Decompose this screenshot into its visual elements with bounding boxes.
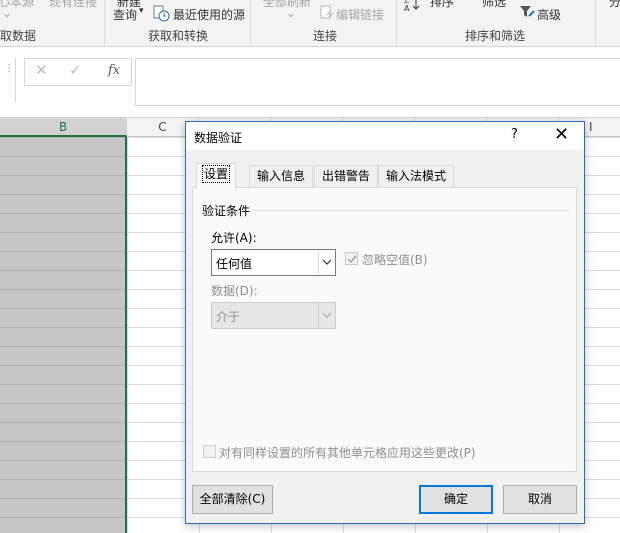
- enter-icon[interactable]: ✓: [69, 61, 82, 79]
- ribbon-separator: [396, 0, 397, 44]
- sort-az-icon: Z A: [404, 0, 420, 12]
- allow-value: 任何值: [216, 257, 253, 271]
- excel-window: 心本源 ⌄ 现有连接 新建 查询 ▾ 最近使用的源 全部刷新 ⌄ 编辑链接 Z …: [0, 0, 620, 533]
- ok-button[interactable]: 确定: [419, 485, 493, 514]
- ignore-blank-label: 忽略空值(B): [362, 253, 428, 267]
- ribbon-partial-right[interactable]: 分: [609, 0, 620, 10]
- group-get-data: 取数据: [0, 29, 37, 43]
- data-label: 数据(D):: [211, 284, 258, 298]
- allow-label: 允许(A):: [211, 231, 257, 245]
- recent-sources-button[interactable]: 最近使用的源: [173, 6, 245, 23]
- data-dropdown[interactable]: 介于: [211, 302, 336, 329]
- close-button[interactable]: ✕: [554, 124, 569, 145]
- group-get-transform: 获取和转换: [148, 29, 209, 43]
- allow-dropdown[interactable]: 任何值: [211, 249, 336, 276]
- chevron-down-icon: [318, 250, 335, 275]
- formula-input[interactable]: [135, 58, 620, 106]
- clear-all-button[interactable]: 全部清除(C): [192, 485, 273, 514]
- settings-panel: 验证条件 允许(A): 任何值 忽略空值(B) 数据(D): 介于 对有同样设置…: [192, 187, 577, 472]
- section-title: 验证条件: [202, 204, 251, 218]
- ribbon-separator: [104, 0, 105, 44]
- tab-ime-mode[interactable]: 输入法模式: [378, 165, 455, 188]
- recent-sources-icon: [153, 5, 170, 22]
- formula-bar-separator: [15, 58, 16, 102]
- formula-buttons: ✕ ✓ fx: [24, 58, 132, 86]
- selected-column-b[interactable]: [0, 137, 126, 533]
- chevron-down-icon: ⌄: [286, 6, 297, 20]
- tab-error-alert[interactable]: 出错警告: [314, 165, 379, 188]
- cancel-icon[interactable]: ✕: [35, 61, 48, 79]
- data-validation-dialog: 数据验证 ? ✕ 设置 输入信息 出错警告 输入法模式 验证条件 允许(A): …: [185, 121, 585, 524]
- help-button[interactable]: ?: [511, 127, 518, 142]
- apply-all-checkbox[interactable]: [203, 445, 216, 458]
- group-sort-filter: 排序和筛选: [465, 29, 526, 43]
- chevron-down-icon: [318, 303, 335, 328]
- ribbon: 心本源 ⌄ 现有连接 新建 查询 ▾ 最近使用的源 全部刷新 ⌄ 编辑链接 Z …: [0, 0, 620, 47]
- edit-links-icon: [320, 5, 334, 19]
- grip-icon[interactable]: ⋮: [4, 63, 14, 74]
- advanced-filter-button[interactable]: 高级: [537, 6, 561, 23]
- section-divider: [253, 210, 569, 211]
- insert-function-icon[interactable]: fx: [108, 63, 120, 78]
- svg-text:A: A: [404, 4, 410, 12]
- new-query-button[interactable]: 查询: [113, 6, 137, 23]
- ribbon-existing-connections[interactable]: 现有连接: [49, 0, 97, 10]
- check-icon: [347, 255, 357, 264]
- filter-button[interactable]: 筛选: [482, 0, 506, 10]
- ribbon-separator: [250, 0, 251, 44]
- apply-all-label: 对有同样设置的所有其他单元格应用这些更改(P): [219, 446, 476, 460]
- selection-border: [125, 137, 127, 533]
- cancel-button[interactable]: 取消: [503, 485, 577, 514]
- data-value: 介于: [216, 310, 241, 324]
- column-header-b[interactable]: B: [0, 118, 127, 137]
- ribbon-separator: [595, 0, 596, 44]
- advanced-filter-icon: [520, 6, 535, 17]
- tab-settings[interactable]: 设置: [196, 163, 237, 189]
- tab-input-message[interactable]: 输入信息: [249, 165, 314, 188]
- dialog-title: 数据验证: [194, 131, 243, 145]
- sort-button[interactable]: 排序: [430, 0, 454, 10]
- chevron-down-icon: ⌄: [2, 6, 13, 20]
- edit-links-button[interactable]: 编辑链接: [336, 6, 384, 23]
- dialog-titlebar[interactable]: 数据验证 ? ✕: [186, 122, 584, 150]
- group-connections: 连接: [313, 29, 338, 43]
- chevron-down-icon: ▾: [139, 6, 144, 16]
- ignore-blank-checkbox[interactable]: [345, 252, 358, 265]
